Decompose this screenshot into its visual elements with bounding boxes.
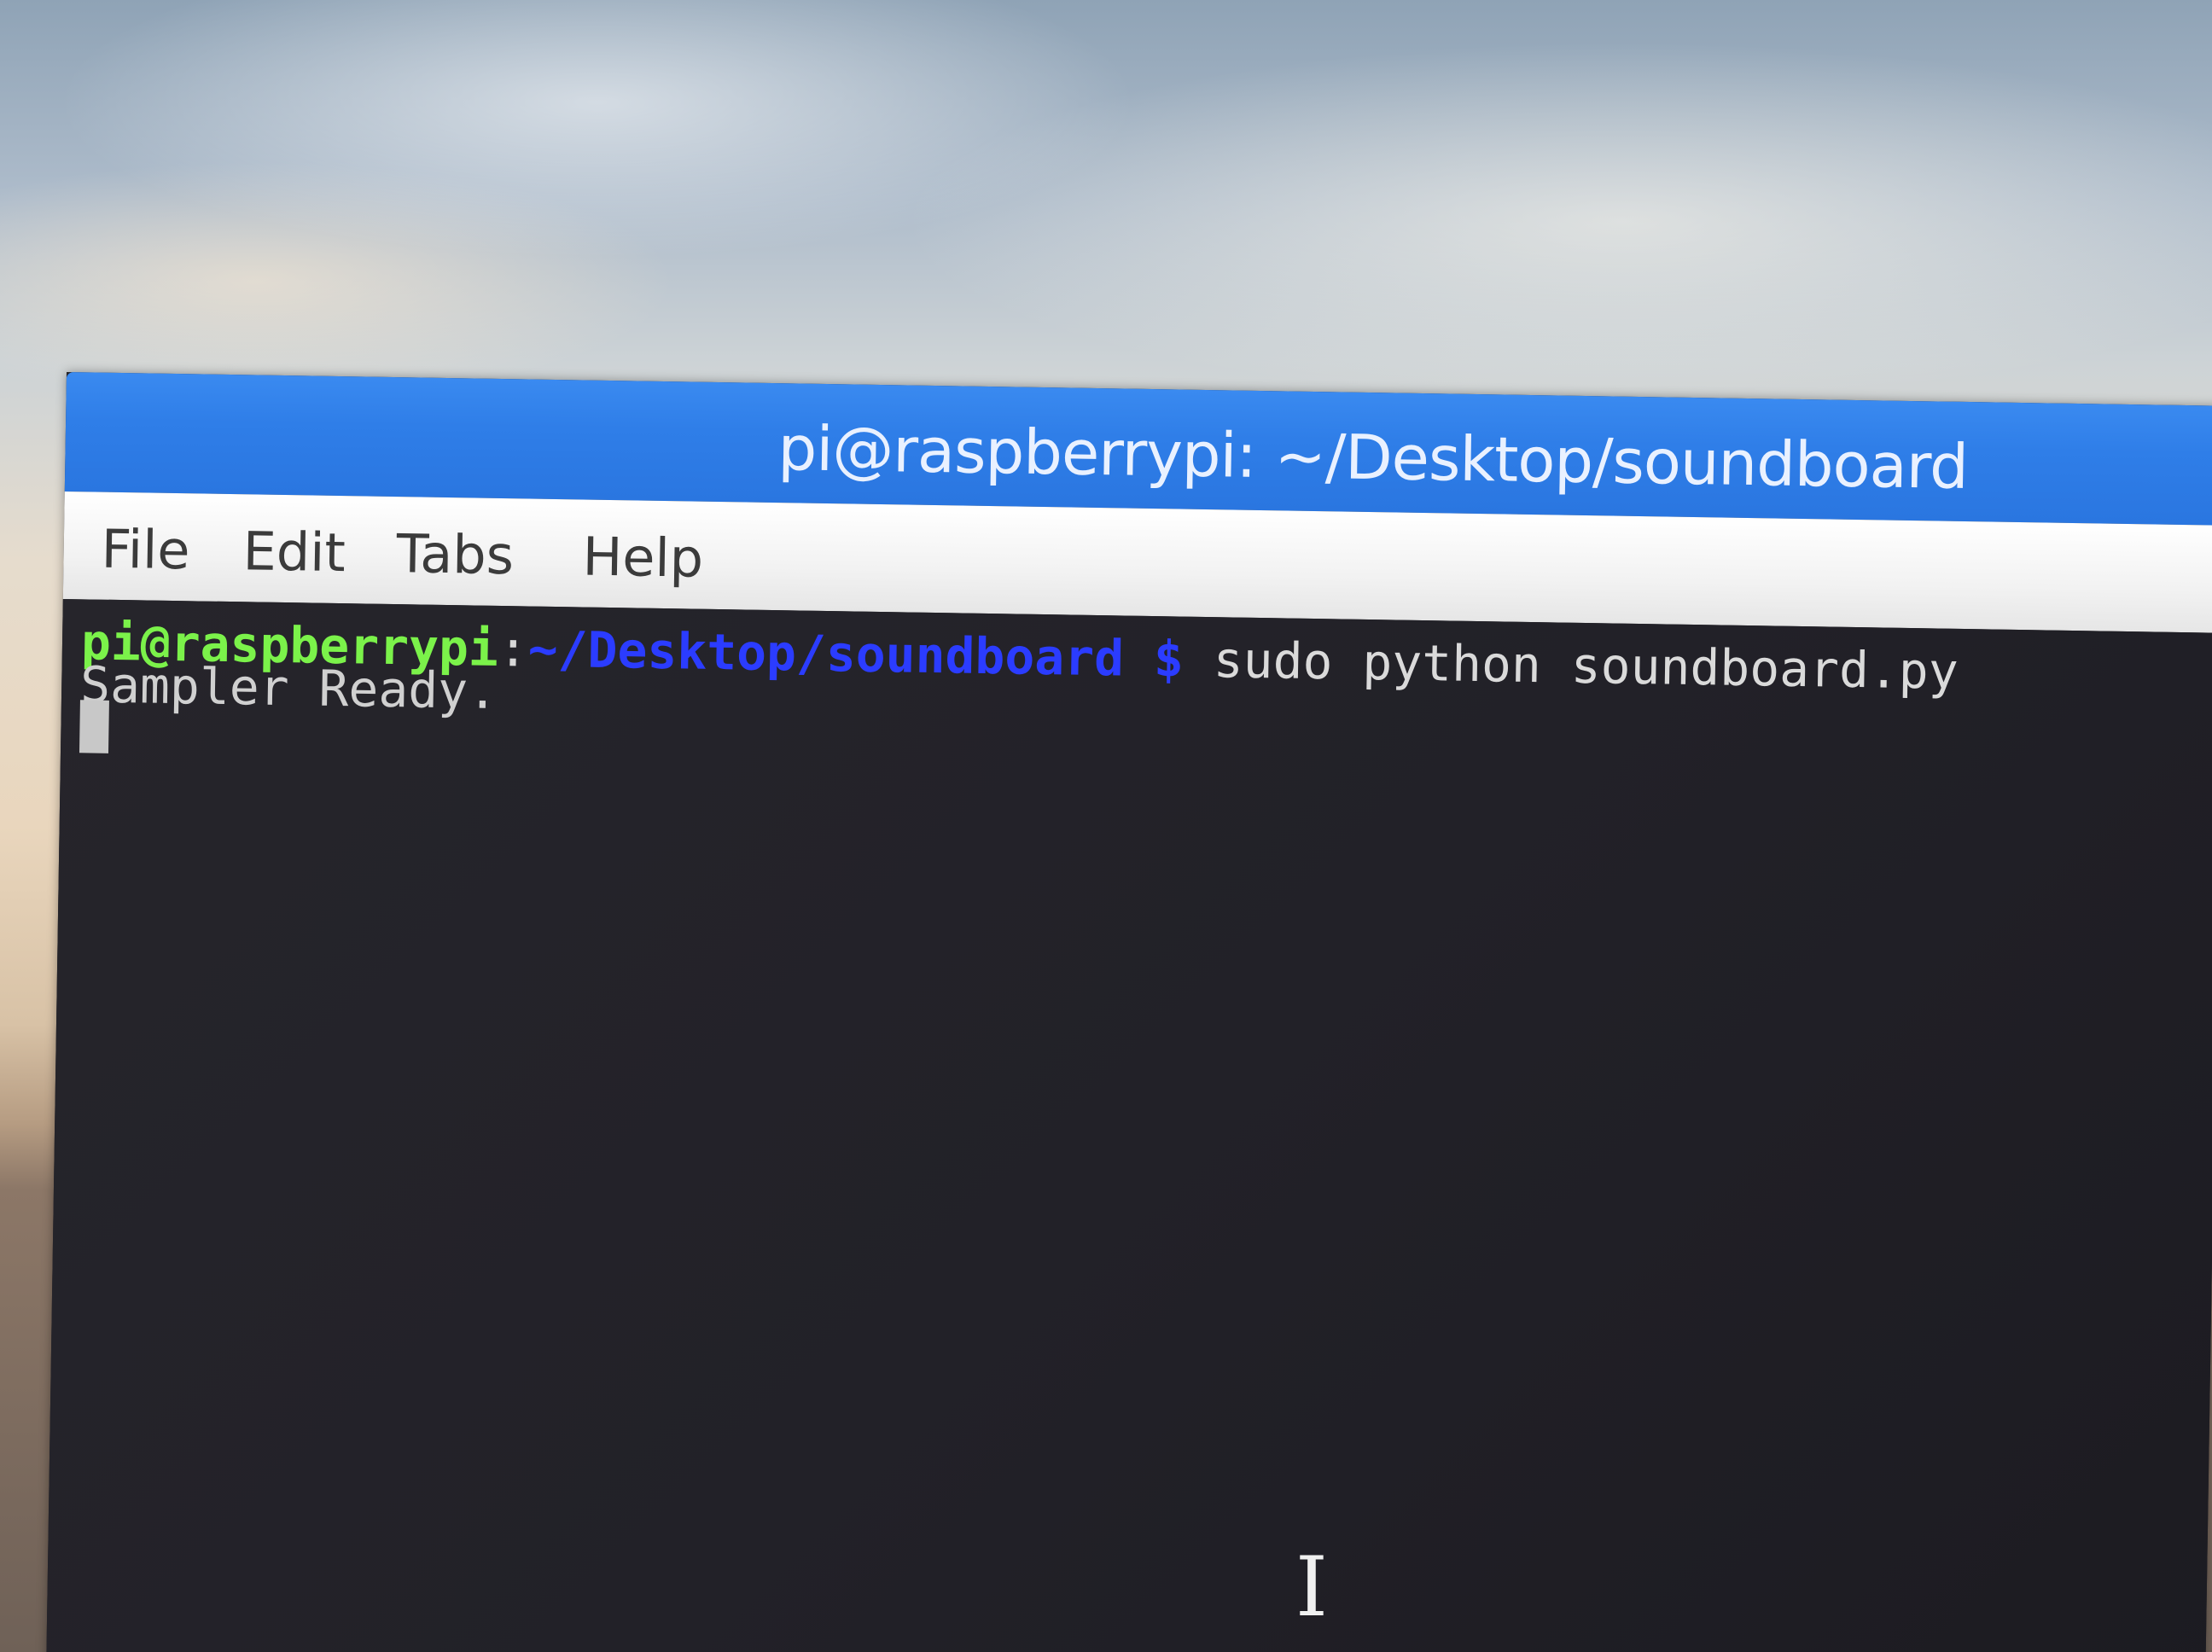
prompt-colon: : <box>498 619 529 678</box>
menu-tabs[interactable]: Tabs <box>396 522 514 586</box>
prompt-dollar: $ <box>1153 630 1185 689</box>
prompt-path: ~/Desktop/soundboard <box>527 620 1125 688</box>
window-title: pi@raspberrypi: ~/Desktop/soundboard <box>777 412 1969 503</box>
menu-edit[interactable]: Edit <box>242 520 346 584</box>
terminal-output-area[interactable]: pi@raspberrypi:~/Desktop/soundboard $ su… <box>45 598 2212 1652</box>
text-cursor <box>79 700 109 753</box>
terminal-window: pi@raspberrypi: ~/Desktop/soundboard Fil… <box>45 372 2212 1652</box>
menu-help[interactable]: Help <box>582 526 703 590</box>
cursor-line <box>79 698 109 757</box>
menu-file[interactable]: File <box>101 518 190 582</box>
output-line: Sampler Ready. <box>79 655 498 720</box>
command-text: sudo python soundboard.py <box>1213 631 1959 701</box>
text-ibeam-cursor-icon: I <box>1295 1539 1328 1635</box>
